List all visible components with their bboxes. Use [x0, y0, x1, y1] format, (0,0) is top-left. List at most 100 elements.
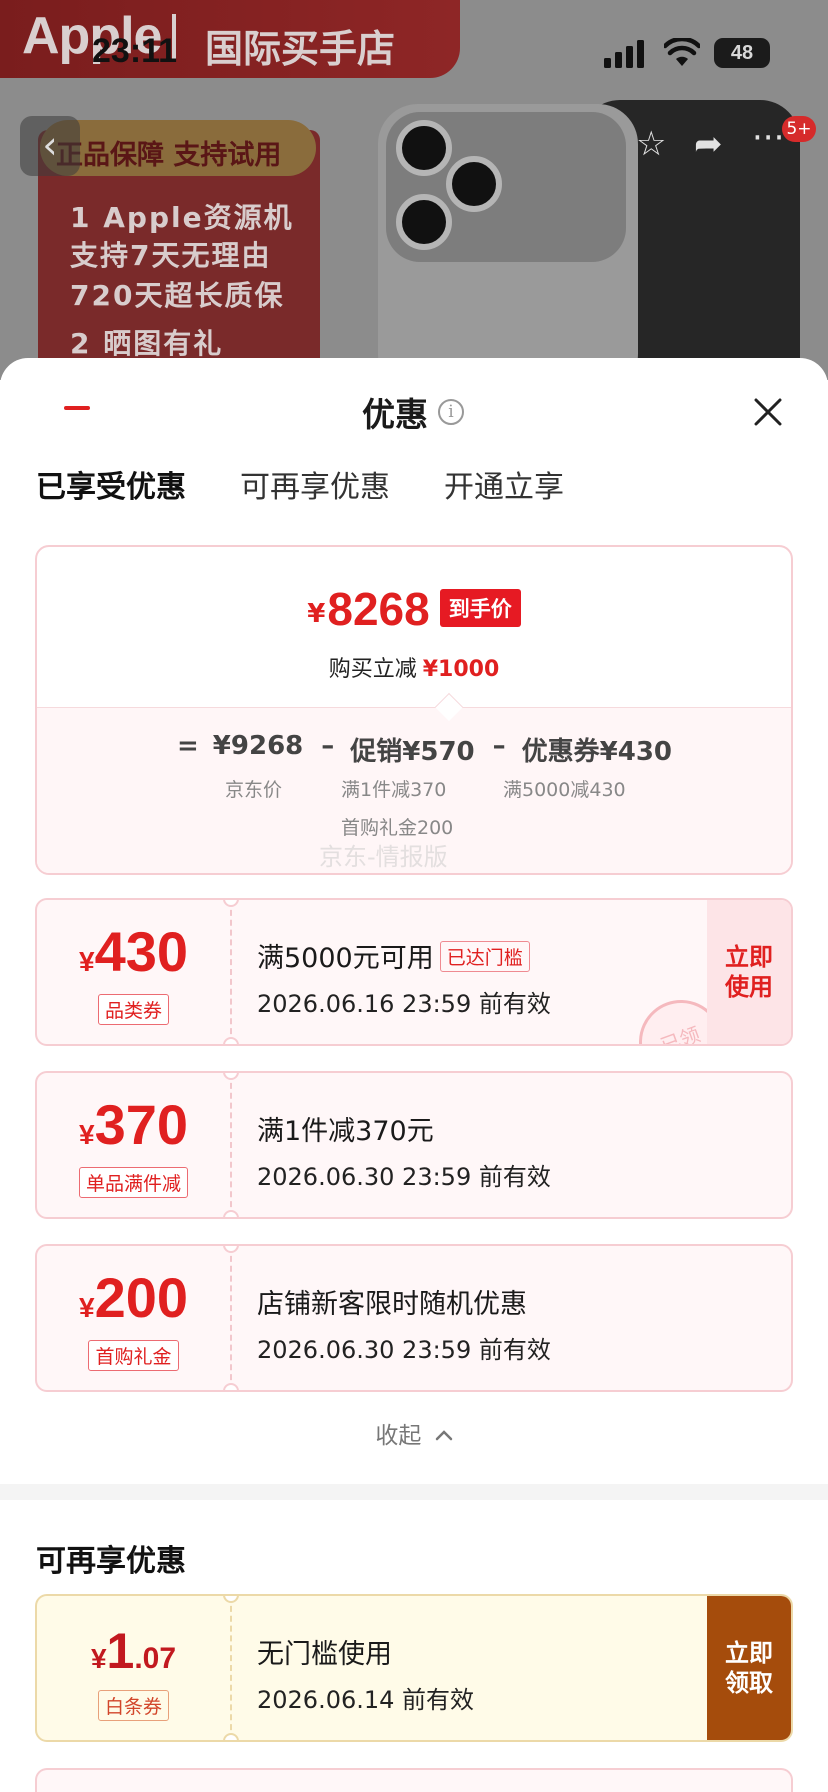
coupon-value-decimal: .07	[134, 1642, 177, 1675]
formula-equals: =	[177, 731, 199, 761]
coupon-divider	[230, 900, 232, 1044]
promo-line: 720天超长质保	[70, 279, 285, 312]
coupon-type-tag: 首购礼金	[88, 1340, 179, 1371]
coupon-card: ¥200 首购礼金 店铺新客限时随机优惠 2026.06.30 23:59 前有…	[35, 1244, 793, 1392]
coupon-title: 满1件减370元	[257, 1116, 434, 1147]
formula-minus: –	[492, 731, 506, 761]
coupon-card: ¥370 单品满件减 满1件减370元 2026.06.30 23:59 前有效	[35, 1071, 793, 1219]
claimable-coupon-card: ¥1.07 白条券 无门槛使用 2026.06.14 前有效 立即领取	[35, 1594, 793, 1742]
price-summary-card: ¥ 8268 到手价 购买立减 ¥1000 = ¥9268 – 促销¥570 – …	[35, 545, 793, 875]
threshold-reached-badge: 已达门槛	[439, 941, 530, 972]
sheet-title: 优惠	[362, 395, 428, 434]
formula-coupon: 优惠券¥430	[521, 737, 673, 767]
coupon-divider	[230, 1246, 232, 1390]
close-icon[interactable]	[752, 396, 784, 428]
coupon-type: 单品满件减	[37, 1167, 230, 1198]
coupon-amount: ¥1.07	[37, 1622, 230, 1680]
currency-symbol: ¥	[78, 1292, 95, 1323]
coupon-type: 首购礼金	[37, 1340, 230, 1371]
coupon-detail: 满5000减430	[503, 779, 626, 801]
more-menu-icon[interactable]: ···	[752, 118, 784, 158]
battery-indicator: 48	[714, 38, 770, 68]
more-offers-title: 可再享优惠	[36, 1544, 186, 1579]
promo-line: 1 Apple资源机	[70, 201, 294, 234]
product-camera-block	[386, 112, 626, 262]
coupon-value: 370	[94, 1093, 188, 1156]
currency-symbol: ¥	[90, 1643, 107, 1674]
coupon-title: 无门槛使用	[257, 1639, 392, 1670]
reduction-value: ¥1000	[422, 657, 500, 682]
share-icon[interactable]: ➦	[694, 124, 723, 164]
coupon-card-partial	[35, 1768, 793, 1792]
coupon-card: ¥430 品类券 满5000元可用 已达门槛 2026.06.16 23:59 前…	[35, 898, 793, 1046]
coupon-type: 白条券	[37, 1690, 230, 1721]
info-icon[interactable]: i	[438, 399, 464, 425]
camera-lens	[396, 120, 452, 176]
coupon-notch	[223, 1246, 239, 1253]
coupon-amount: ¥370	[37, 1095, 230, 1155]
coupon-notch	[223, 1073, 239, 1080]
tab-more-available[interactable]: 可再享优惠	[240, 462, 390, 512]
promo-line: 支持7天无理由	[70, 239, 272, 272]
active-tab-indicator	[64, 406, 90, 410]
coupon-notch	[223, 1383, 239, 1390]
promo-tag-text: 正品保障 支持试用	[56, 140, 282, 171]
camera-lens	[396, 194, 452, 250]
promo-line: 2 晒图有礼	[70, 327, 224, 360]
coupon-condition: 满5000元可用 已达门槛	[257, 936, 530, 975]
price-formula: = ¥9268 – 促销¥570 – 优惠券¥430	[177, 731, 686, 768]
formula-base-price: ¥9268	[212, 731, 304, 761]
coupon-notch	[223, 1596, 239, 1603]
formula-promotion: 促销¥570	[350, 737, 475, 767]
coupon-expiry: 2026.06.30 23:59 前有效	[257, 1163, 551, 1191]
collapse-button[interactable]: 收起	[0, 1416, 828, 1450]
coupon-expiry: 2026.06.30 23:59 前有效	[257, 1336, 551, 1364]
collapse-label: 收起	[375, 1423, 422, 1449]
final-price-row: ¥ 8268 到手价	[37, 583, 791, 635]
coupon-title: 店铺新客限时随机优惠	[257, 1289, 527, 1320]
total-reduction: 购买立减 ¥1000	[37, 651, 791, 683]
coupon-notch	[223, 1037, 239, 1044]
banner-store-name: 国际买手店	[205, 27, 396, 71]
promo-detail: 满1件减370	[341, 779, 447, 801]
favorite-star-icon[interactable]: ☆	[636, 124, 666, 164]
currency-symbol: ¥	[78, 1119, 95, 1150]
coupon-type-tag: 单品满件减	[78, 1167, 188, 1198]
tab-enjoyed[interactable]: 已享受优惠	[36, 462, 186, 512]
coupon-divider	[230, 1073, 232, 1217]
coupon-title: 满5000元可用	[257, 943, 434, 974]
cellular-signal-icon	[604, 40, 644, 68]
coupon-notch	[223, 1210, 239, 1217]
coupon-type-tag: 白条券	[97, 1690, 169, 1721]
final-price: 8268	[327, 583, 430, 635]
coupon-divider	[230, 1596, 232, 1740]
camera-lens	[446, 156, 502, 212]
coupon-type: 品类券	[37, 994, 230, 1025]
sheet-header: 优惠 i	[362, 390, 464, 434]
currency-symbol: ¥	[307, 599, 326, 629]
tab-activate[interactable]: 开通立享	[444, 462, 564, 512]
discount-tabs: 已享受优惠 可再享优惠 开通立享	[36, 462, 618, 512]
base-price-label: 京东价	[225, 779, 283, 801]
coupon-notch	[223, 1733, 239, 1740]
final-price-tag: 到手价	[439, 589, 521, 627]
chevron-up-icon	[435, 1430, 452, 1441]
coupon-amount: ¥430	[37, 922, 230, 982]
wifi-icon	[664, 38, 700, 66]
use-now-button[interactable]: 立即使用	[707, 900, 791, 1044]
section-separator	[0, 1484, 828, 1500]
back-button[interactable]: ‹	[20, 116, 80, 176]
discount-sheet: 优惠 i 已享受优惠 可再享优惠 开通立享 ¥ 8268 到手价 购买立减 ¥10…	[0, 358, 828, 1792]
coupon-value: 430	[94, 920, 188, 983]
promo-detail: 首购礼金200	[341, 817, 454, 839]
formula-minus: –	[321, 731, 335, 761]
coupon-amount: ¥200	[37, 1268, 230, 1328]
coupon-notch	[223, 900, 239, 907]
coupon-value: 200	[94, 1266, 188, 1329]
coupon-expiry: 2026.06.14 前有效	[257, 1686, 475, 1714]
status-time: 23:11	[92, 32, 178, 70]
claim-now-button[interactable]: 立即领取	[707, 1596, 791, 1740]
coupon-type-tag: 品类券	[97, 994, 169, 1025]
currency-symbol: ¥	[78, 946, 95, 977]
coupon-expiry: 2026.06.16 23:59 前有效	[257, 990, 551, 1018]
